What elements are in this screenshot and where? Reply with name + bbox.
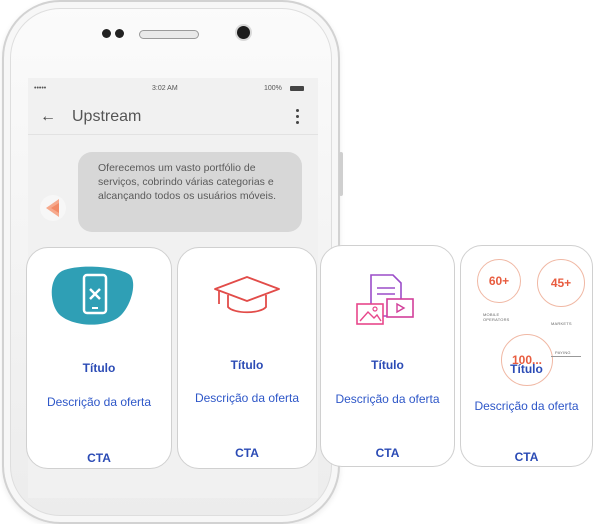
offer-card[interactable]: Título Descrição da oferta CTA	[320, 245, 455, 467]
stat-circle: 60+	[477, 259, 521, 303]
stat-circle: 45+	[537, 259, 585, 307]
signal-indicator: •••••	[34, 85, 47, 92]
card-cta-link[interactable]: CTA	[178, 446, 316, 460]
mobile-cancel-icon	[50, 265, 136, 332]
app-title: Upstream	[72, 108, 142, 125]
battery-percent: 100%	[264, 85, 282, 92]
status-time: 3:02 AM	[152, 85, 178, 92]
offer-card[interactable]: 60+ MOBILE OPERATORS 45+ MARKETS 100... …	[460, 245, 593, 467]
card-title: Título	[82, 361, 116, 375]
card-description: Descrição da oferta	[194, 391, 300, 405]
card-cta-link[interactable]: CTA	[321, 446, 454, 460]
card-title: Título	[371, 358, 404, 372]
divider	[551, 356, 581, 357]
card-description: Descrição da oferta	[335, 392, 440, 406]
upstream-logo-icon	[46, 199, 59, 217]
stat-caption: MOBILE OPERATORS	[483, 312, 510, 322]
bot-avatar	[40, 195, 66, 221]
volume-button	[339, 152, 343, 196]
header-divider	[28, 134, 318, 135]
status-bar: ••••• 3:02 AM 100%	[28, 78, 318, 98]
earpiece-speaker	[139, 30, 199, 39]
card-description: Descrição da oferta	[474, 399, 579, 413]
stat-caption: PAYING	[555, 350, 571, 355]
graduation-cap-icon	[212, 274, 282, 321]
front-camera	[237, 26, 250, 39]
card-title: Título	[510, 362, 543, 376]
more-options-icon[interactable]	[296, 109, 300, 125]
sensor-dot	[102, 29, 111, 38]
battery-icon	[290, 86, 304, 91]
card-title: Título	[230, 358, 264, 372]
chat-message-bubble: Oferecemos um vasto portfólio de serviço…	[78, 152, 302, 232]
back-arrow-icon[interactable]: ←	[40, 109, 56, 125]
card-cta-link[interactable]: CTA	[27, 451, 171, 465]
sensor-dot	[115, 29, 124, 38]
offer-card[interactable]: Título Descrição da oferta CTA	[177, 247, 317, 469]
app-header: ← Upstream	[28, 100, 318, 134]
stat-circle: 100...	[501, 334, 553, 386]
media-documents-icon	[353, 272, 417, 335]
card-description: Descrição da oferta	[46, 395, 152, 409]
stat-caption: MARKETS	[551, 321, 572, 326]
card-cta-link[interactable]: CTA	[461, 450, 592, 464]
offer-card[interactable]: Título Descrição da oferta CTA	[26, 247, 172, 469]
